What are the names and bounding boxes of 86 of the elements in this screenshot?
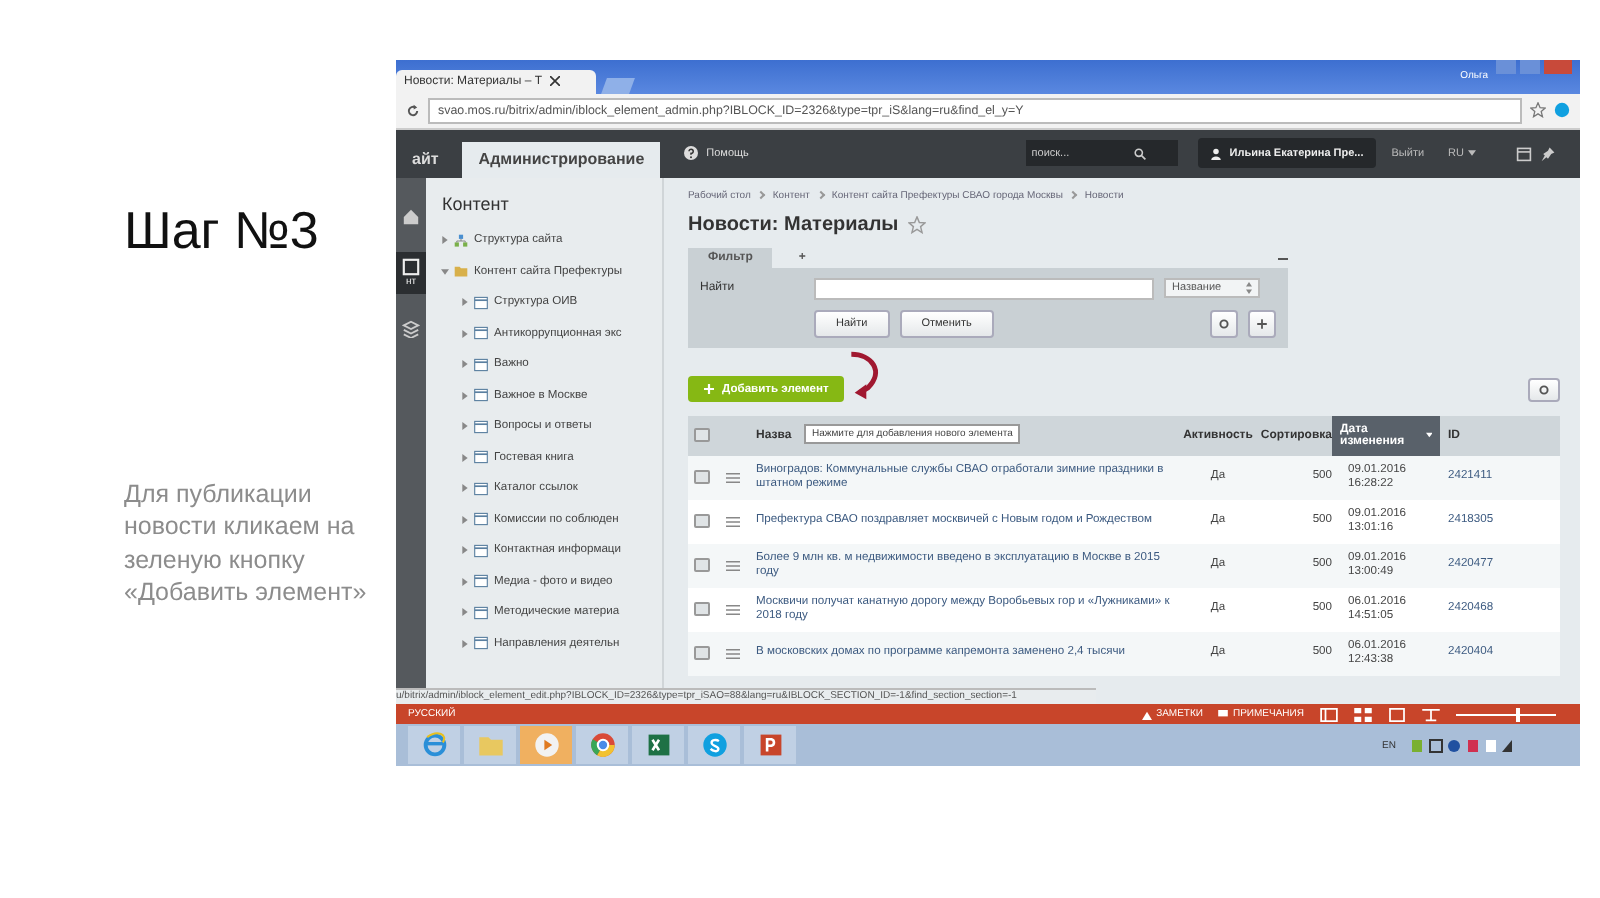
row-checkbox[interactable]	[694, 602, 710, 617]
menu-icon[interactable]	[725, 603, 739, 616]
row-checkbox[interactable]	[694, 646, 710, 661]
caret-icon[interactable]	[462, 453, 468, 462]
settings-button[interactable]	[1210, 309, 1238, 338]
row-checkbox[interactable]	[694, 558, 710, 573]
star-icon[interactable]	[908, 215, 927, 234]
presentation-icon	[757, 732, 783, 759]
caret-icon[interactable]	[462, 422, 468, 431]
list-icon	[474, 605, 488, 620]
settings-icon	[1218, 317, 1230, 330]
chevron-icon	[1069, 191, 1079, 200]
new-tab-button[interactable]	[601, 77, 635, 94]
row-checkbox[interactable]	[694, 514, 710, 529]
structure-icon	[454, 233, 468, 248]
up-down-arrows-icon	[1246, 282, 1252, 295]
sort-caret-icon	[1425, 432, 1432, 439]
menu-icon[interactable]	[725, 647, 739, 660]
reload-icon[interactable]	[406, 103, 420, 118]
caret-icon[interactable]	[442, 236, 448, 245]
list-icon	[474, 388, 488, 403]
folder-icon	[477, 732, 503, 759]
window-controls[interactable]	[1496, 60, 1572, 74]
slide-title: Шаг №3	[124, 200, 321, 262]
system-tray-icons[interactable]	[1412, 737, 1512, 754]
calendar-icon[interactable]	[1516, 145, 1532, 162]
slide-text: Для публикации новости кликаем на зеленую кнопку «Добавить элемент»	[124, 478, 369, 608]
reading-view-icon[interactable]	[1388, 707, 1406, 722]
caret-icon[interactable]	[462, 608, 468, 617]
chat-icon	[701, 732, 727, 759]
caret-icon[interactable]	[462, 329, 468, 338]
caret-icon[interactable]	[462, 360, 468, 369]
list-icon	[474, 450, 488, 465]
slide-sorter-icon[interactable]	[1354, 707, 1372, 722]
caret-icon[interactable]	[462, 515, 468, 524]
square-icon	[402, 257, 420, 276]
admin-tab[interactable]: айт	[396, 141, 455, 178]
list-icon	[474, 326, 488, 341]
row-checkbox[interactable]	[694, 470, 710, 485]
list-icon	[474, 481, 488, 496]
caret-icon[interactable]	[462, 639, 468, 648]
list-icon	[474, 295, 488, 310]
menu-icon[interactable]	[725, 471, 739, 484]
sidebar-title: Контент	[442, 193, 511, 214]
search-input[interactable]	[814, 277, 1154, 300]
menu-icon[interactable]	[725, 515, 739, 528]
select-all-checkbox[interactable]	[694, 428, 710, 443]
settings-icon	[1538, 383, 1550, 396]
chevron-icon	[816, 191, 826, 200]
normal-view-icon[interactable]	[1320, 707, 1338, 722]
list-icon	[474, 636, 488, 651]
page-title: Новости: Материалы	[688, 213, 899, 236]
caret-icon[interactable]	[462, 298, 468, 307]
caret-icon[interactable]	[462, 577, 468, 586]
menu-icon[interactable]	[725, 559, 739, 572]
list-icon	[474, 543, 488, 558]
play-icon	[533, 732, 559, 759]
pin-icon[interactable]	[1540, 145, 1556, 162]
caret-icon[interactable]	[462, 391, 468, 400]
list-icon	[474, 357, 488, 372]
chevron-icon	[757, 191, 766, 200]
plus-icon	[704, 384, 714, 395]
list-icon	[474, 574, 488, 589]
list-icon	[474, 512, 488, 527]
admin-tab[interactable]: Администрирование	[462, 141, 661, 178]
search-icon	[1133, 147, 1146, 160]
caret-icon	[1468, 150, 1476, 157]
settings-button[interactable]	[1528, 377, 1560, 402]
plus-icon	[1256, 317, 1268, 330]
user-icon	[1209, 147, 1222, 160]
list-icon	[474, 419, 488, 434]
close-icon[interactable]	[550, 76, 561, 87]
media-taskbar-button[interactable]	[520, 726, 572, 765]
caret-icon[interactable]	[462, 484, 468, 493]
folder-icon	[454, 264, 468, 279]
minimize-icon[interactable]	[1278, 257, 1288, 260]
globe-icon	[421, 732, 447, 759]
caret-icon[interactable]	[441, 268, 449, 275]
home-icon	[402, 207, 420, 226]
add-filter-button[interactable]	[1248, 309, 1276, 338]
browser-icon	[589, 732, 615, 759]
star-icon[interactable]	[1530, 102, 1546, 119]
layers-icon	[402, 319, 420, 338]
spreadsheet-icon	[645, 732, 671, 759]
help-icon	[684, 146, 699, 161]
caret-icon[interactable]	[462, 546, 468, 555]
